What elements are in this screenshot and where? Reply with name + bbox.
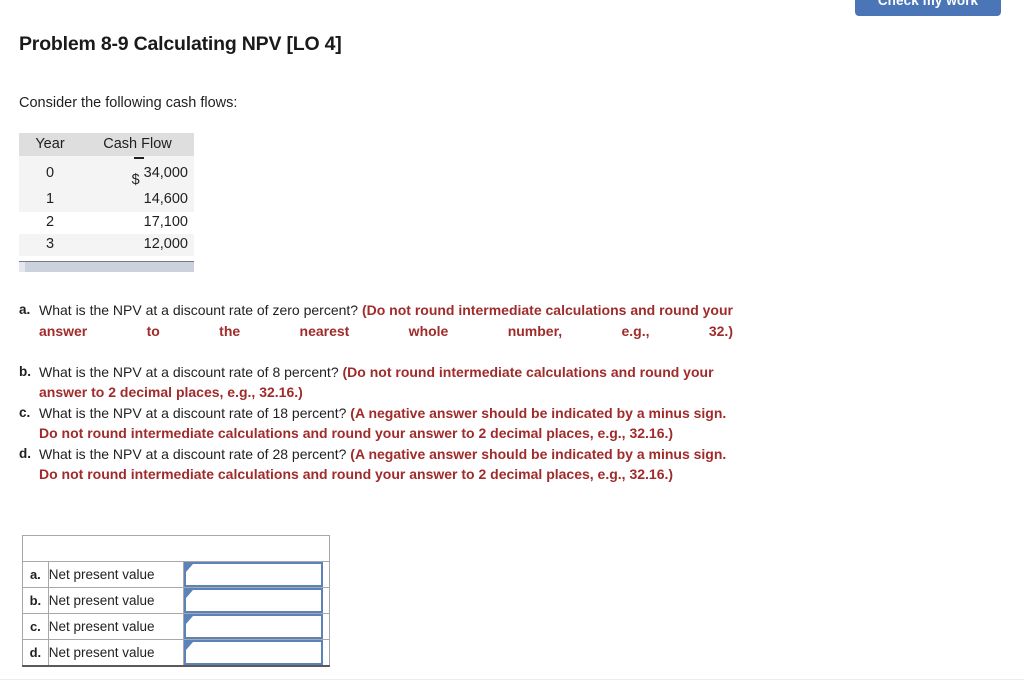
question-body-b: What is the NPV at a discount rate of 8 … xyxy=(39,362,733,403)
answer-header-row xyxy=(22,535,330,562)
answer-input-wrapper-a[interactable] xyxy=(184,562,324,587)
check-my-work-button[interactable]: Check my work xyxy=(855,0,1001,16)
question-text-c: What is the NPV at a discount rate of 18… xyxy=(39,404,347,421)
table-header-row: Year Cash Flow xyxy=(19,133,194,156)
answer-input-wrapper-d[interactable] xyxy=(184,640,324,665)
answer-letter-a: a. xyxy=(22,561,49,588)
column-header-year: Year xyxy=(19,133,81,156)
answer-letter-d: d. xyxy=(22,639,49,666)
table-row: 1 14,600 xyxy=(19,189,194,212)
cell-cash-flow: 12,000 xyxy=(81,233,194,257)
cash-flow-table: Year Cash Flow 0 $ 34,000 1 14,600 2 17,… xyxy=(19,133,194,257)
question-text-b: What is the NPV at a discount rate of 8 … xyxy=(39,363,339,380)
question-item-c: c. What is the NPV at a discount rate of… xyxy=(19,403,733,444)
table-row: b. Net present value xyxy=(22,587,330,614)
question-item-b: b. What is the NPV at a discount rate of… xyxy=(19,362,733,403)
answer-input-cell-d xyxy=(183,639,330,666)
answer-input-cell-c xyxy=(183,613,330,640)
cell-year: 2 xyxy=(19,211,81,234)
page-bottom-divider xyxy=(0,679,1024,680)
table-row: a. Net present value xyxy=(22,561,330,588)
question-list: a. What is the NPV at a discount rate of… xyxy=(19,300,733,485)
question-body-c: What is the NPV at a discount rate of 18… xyxy=(39,403,733,444)
answer-table-bottom-rule xyxy=(22,665,330,667)
question-text-d: What is the NPV at a discount rate of 28… xyxy=(39,445,347,462)
cell-cash-flow: $ 34,000 xyxy=(81,156,194,190)
answer-input-cell-a xyxy=(183,561,330,588)
table-row: 2 17,100 xyxy=(19,211,194,234)
net-present-value-input-a[interactable] xyxy=(186,564,322,585)
answer-letter-c: c. xyxy=(22,613,49,640)
question-label-b: b. xyxy=(19,363,31,379)
question-body-d: What is the NPV at a discount rate of 28… xyxy=(39,444,733,485)
cell-year: 3 xyxy=(19,233,81,257)
currency-symbol: $ xyxy=(131,172,140,188)
answer-input-wrapper-b[interactable] xyxy=(184,588,324,613)
negative-amount: $ 34,000 xyxy=(132,157,188,188)
page-title: Problem 8-9 Calculating NPV [LO 4] xyxy=(19,33,342,55)
net-present-value-input-b[interactable] xyxy=(186,590,322,611)
question-label-c: c. xyxy=(19,404,31,420)
answer-label-a: Net present value xyxy=(47,561,185,588)
question-label-a: a. xyxy=(19,302,31,317)
net-present-value-input-c[interactable] xyxy=(186,616,322,637)
cash-flow-table-wrapper: Year Cash Flow 0 $ 34,000 1 14,600 2 17,… xyxy=(19,133,194,257)
answer-table: a. Net present value b. Net present valu… xyxy=(22,535,330,666)
cell-year: 1 xyxy=(19,189,81,212)
table-row: c. Net present value xyxy=(22,613,330,640)
cell-year: 0 xyxy=(19,156,81,190)
cell-cash-flow: 14,600 xyxy=(81,189,194,212)
cell-cash-flow: 17,100 xyxy=(81,211,194,234)
question-text-a: What is the NPV at a discount rate of ze… xyxy=(39,302,359,318)
table-row: d. Net present value xyxy=(22,639,330,666)
table-horizontal-scrollbar[interactable] xyxy=(19,261,194,272)
table-row: 3 12,000 xyxy=(19,233,194,257)
scrollbar-thumb[interactable] xyxy=(19,262,25,272)
question-item-d: d. What is the NPV at a discount rate of… xyxy=(19,444,733,485)
minus-sign-icon xyxy=(133,157,144,159)
question-label-d: d. xyxy=(19,445,31,461)
answer-letter-b: b. xyxy=(22,587,49,614)
answer-label-c: Net present value xyxy=(47,613,185,640)
answer-input-cell-b xyxy=(183,587,330,614)
answer-input-wrapper-c[interactable] xyxy=(184,614,324,639)
table-row: 0 $ 34,000 xyxy=(19,156,194,190)
question-item-a: a. What is the NPV at a discount rate of… xyxy=(19,300,733,362)
question-body-a: What is the NPV at a discount rate of ze… xyxy=(39,300,733,362)
intro-text: Consider the following cash flows: xyxy=(19,95,238,111)
answer-label-b: Net present value xyxy=(47,587,185,614)
answer-header-cell xyxy=(22,535,330,562)
amount-digits: 34,000 xyxy=(143,165,188,181)
column-header-cash-flow: Cash Flow xyxy=(81,133,194,156)
answer-table-wrapper: a. Net present value b. Net present valu… xyxy=(22,535,330,666)
answer-label-d: Net present value xyxy=(47,639,185,666)
net-present-value-input-d[interactable] xyxy=(186,642,322,663)
